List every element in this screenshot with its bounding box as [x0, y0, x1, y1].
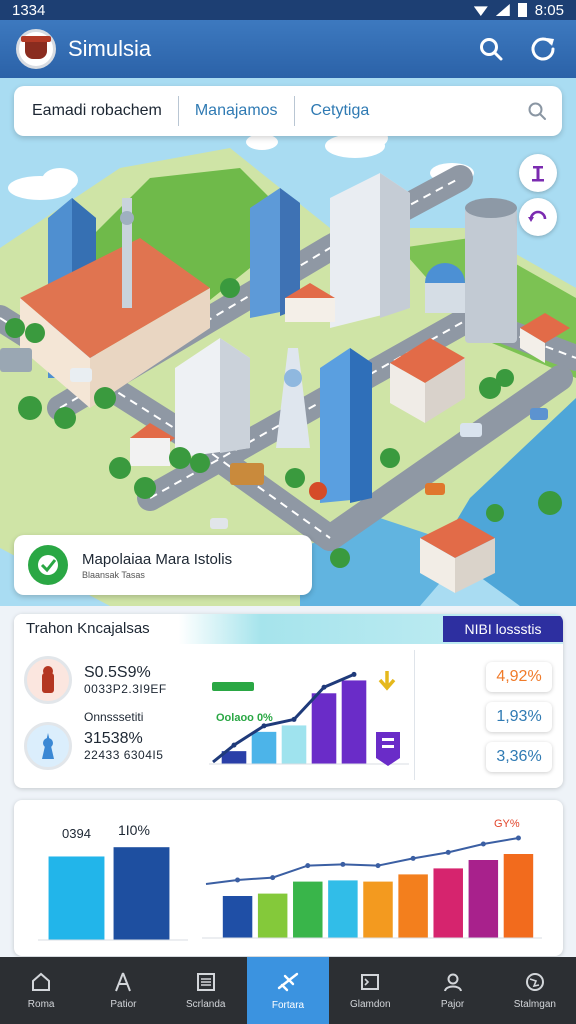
stats-panel-tag[interactable]: NIBI lossstis — [443, 616, 563, 642]
chart-bar-8 — [503, 854, 534, 938]
multi-bar-chart — [202, 835, 542, 939]
chart-bar-4 — [363, 881, 393, 938]
chart-point-0 — [231, 742, 237, 748]
signal-icon — [495, 4, 510, 16]
stats-panel: Trahon Kncajalsas NIBI lossstis S0.5S9% … — [14, 614, 563, 788]
avatar — [24, 722, 72, 770]
search-button[interactable] — [474, 32, 508, 66]
chart-bar-2 — [281, 725, 307, 764]
chart-panel: 0394 1I0% GY% — [14, 800, 563, 956]
location-card[interactable]: Mapolaiaa Mara Istolis Blaansak Tasas — [14, 535, 312, 595]
stat-row-1[interactable]: 31538% 22433 6304I5 — [24, 722, 163, 770]
nav-item-5[interactable]: Pajor — [411, 957, 493, 1024]
globe-icon — [525, 973, 544, 991]
chart-point-1 — [261, 723, 267, 729]
nav-item-1[interactable]: Patior — [82, 957, 164, 1024]
chart-annotation: GY% — [494, 818, 520, 830]
chart-bar-0 — [222, 896, 253, 938]
nav-item-6[interactable]: Stalmgan — [494, 957, 576, 1024]
chart-point-2 — [305, 863, 311, 869]
list-icon — [196, 973, 215, 991]
chart-point-4 — [351, 671, 357, 677]
battery-icon — [517, 3, 527, 17]
chart-bar-1 — [251, 731, 277, 764]
chart-label-a: 0394 — [62, 826, 91, 841]
chart-bar-0 — [48, 856, 105, 940]
info-map-button[interactable] — [519, 154, 557, 192]
app-bar: Simulsia — [0, 20, 576, 78]
chart-bar-6 — [433, 868, 463, 938]
bottom-nav: Roma Patior Scrlanda Fortara Glamdon Paj… — [0, 957, 576, 1024]
nav-item-3[interactable]: Fortara — [246, 957, 330, 1024]
plane-icon — [277, 972, 299, 992]
chart-bar-5 — [398, 874, 428, 938]
chart-point-3 — [321, 684, 327, 690]
stat-value-1: 31538% — [84, 730, 143, 747]
chart-point-8 — [515, 835, 521, 841]
rate-badge-2[interactable]: 3,36% — [486, 742, 552, 772]
refresh-icon — [531, 37, 555, 61]
city-map-illustration — [0, 128, 576, 606]
info-icon — [532, 166, 544, 182]
tower-icon — [115, 972, 132, 992]
user-icon — [443, 973, 462, 992]
stat-row-0[interactable]: S0.5S9% 0033P2.3I9EF — [24, 656, 167, 704]
rotate-icon — [528, 210, 547, 222]
status-bar: 1334 8:05 — [0, 0, 576, 20]
nav-item-0[interactable]: Roma — [0, 957, 82, 1024]
stat-value-0: S0.5S9% — [84, 664, 151, 681]
chart-point-6 — [445, 849, 451, 855]
stats-divider — [414, 650, 415, 780]
chart-point-2 — [291, 716, 297, 722]
rotate-map-button[interactable] — [519, 198, 557, 236]
city-map[interactable] — [0, 78, 576, 606]
stat-sub-1: 22433 6304I5 — [84, 748, 164, 762]
location-icon — [28, 545, 68, 585]
nav-item-4[interactable]: Glamdon — [329, 957, 411, 1024]
nav-item-2[interactable]: Scrlanda — [165, 957, 247, 1024]
app-screen: 1334 8:05 Simulsia Eamadi robachem Manaj… — [0, 0, 576, 1024]
chart-bar-2 — [293, 881, 323, 938]
chart-bar-4 — [341, 680, 367, 764]
rate-badge-0[interactable]: 4,92% — [486, 662, 552, 692]
avatar — [24, 656, 72, 704]
chart-bar-1 — [113, 847, 170, 940]
chart-point-7 — [480, 841, 486, 847]
filter-search-button[interactable] — [524, 98, 550, 124]
rate-badge-1[interactable]: 1,93% — [486, 702, 552, 732]
chart-point-3 — [340, 861, 346, 867]
map-filter-bar: Eamadi robachem Manajamos Cetytiga — [14, 86, 562, 136]
terminal-icon — [361, 974, 380, 990]
location-subtitle: Blaansak Tasas — [82, 569, 145, 580]
chart-point-0 — [235, 877, 241, 883]
chart-bar-7 — [468, 860, 499, 938]
stat-sub-0: 0033P2.3I9EF — [84, 682, 167, 696]
tab-2[interactable]: Cetytiga — [293, 96, 524, 126]
stats-panel-title: Trahon Kncajalsas — [26, 620, 150, 637]
flag-icon — [376, 732, 400, 766]
chart-point-1 — [270, 875, 276, 881]
status-battery: 8:05 — [534, 1, 564, 19]
two-bar-chart — [38, 847, 188, 941]
chart-point-4 — [375, 863, 381, 869]
status-time: 1334 — [12, 1, 46, 19]
chart-bar-3 — [311, 693, 337, 764]
chart-point-5 — [410, 855, 416, 861]
refresh-button[interactable] — [526, 32, 560, 66]
arrow-down-icon — [374, 668, 400, 694]
chart-label-b: 1I0% — [118, 822, 150, 838]
tab-1[interactable]: Manajamos — [177, 96, 294, 126]
search-icon — [480, 38, 503, 61]
tab-0[interactable]: Eamadi robachem — [32, 96, 178, 126]
chart-bar-1 — [257, 893, 288, 938]
chart-bar-3 — [328, 880, 358, 938]
app-title: Simulsia — [68, 36, 152, 61]
search-icon — [528, 102, 546, 120]
wifi-icon — [473, 6, 488, 16]
app-logo — [16, 29, 56, 69]
location-title: Mapolaiaa Mara Istolis — [82, 550, 233, 568]
home-icon — [32, 972, 51, 991]
